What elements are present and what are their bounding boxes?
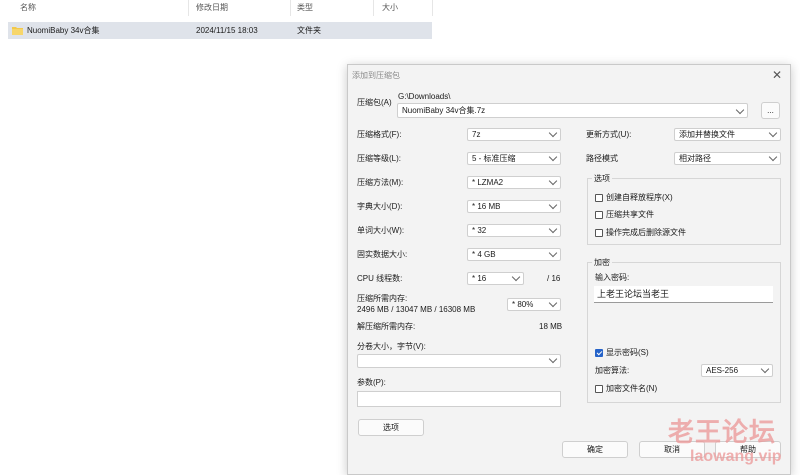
decomp-label: 解压缩所需内存:: [357, 322, 416, 331]
sfx-checkbox[interactable]: [595, 194, 603, 202]
archive-name-value: NuomiBaby 34v合集.7z: [402, 106, 486, 115]
delete-source-label: 操作完成后删除源文件: [606, 228, 686, 237]
shared-checkbox[interactable]: [595, 211, 603, 219]
column-header-type[interactable]: 类型: [297, 0, 313, 16]
shared-label: 压缩共享文件: [606, 210, 654, 219]
solid-value: * 4 GB: [472, 250, 496, 259]
solid-select[interactable]: * 4 GB: [467, 248, 561, 261]
chevron-down-icon: [548, 129, 558, 138]
mem-label: 压缩所需内存:: [357, 294, 408, 303]
split-size-combo[interactable]: [357, 354, 561, 368]
watermark-text: 老王论坛: [668, 417, 777, 447]
cpu-label: CPU 线程数:: [357, 274, 403, 283]
chevron-down-icon: [511, 273, 521, 282]
show-password-label: 显示密码(S): [606, 348, 649, 357]
encrypt-names-checkbox[interactable]: [595, 385, 603, 393]
level-select[interactable]: 5 - 标准压缩: [467, 152, 561, 165]
update-select[interactable]: 添加并替换文件: [674, 128, 781, 141]
delete-source-checkbox[interactable]: [595, 229, 603, 237]
path-mode-select[interactable]: 相对路径: [674, 152, 781, 165]
browse-button[interactable]: ...: [761, 102, 780, 119]
folder-icon: [12, 27, 23, 35]
format-select[interactable]: 7z: [467, 128, 561, 141]
chevron-down-icon: [548, 225, 558, 234]
dialog-titlebar[interactable]: 添加到压缩包 ✕: [348, 65, 790, 85]
chevron-down-icon: [548, 177, 558, 186]
encryption-group: [587, 262, 781, 403]
file-name: NuomiBaby 34v合集: [27, 26, 100, 35]
password-input[interactable]: 上老王论坛当老王: [594, 286, 773, 303]
word-value: * 32: [472, 226, 487, 235]
watermark-url: laowang.vip: [690, 448, 782, 465]
chevron-down-icon: [548, 249, 558, 258]
column-header-name[interactable]: 名称: [20, 0, 36, 16]
split-label: 分卷大小，字节(V):: [357, 342, 426, 351]
chevron-down-icon: [548, 299, 558, 308]
algo-label: 加密算法:: [595, 366, 630, 375]
chevron-down-icon: [768, 153, 778, 162]
column-separator[interactable]: [188, 0, 189, 16]
word-label: 单词大小(W):: [357, 226, 405, 235]
file-row[interactable]: NuomiBaby 34v合集 2024/11/15 18:03 文件夹: [8, 22, 432, 39]
dict-select[interactable]: * 16 MB: [467, 200, 561, 213]
algo-value: AES-256: [706, 366, 739, 375]
params-input[interactable]: [357, 391, 561, 407]
mem-select[interactable]: * 80%: [507, 298, 561, 311]
sfx-label: 创建自释放程序(X): [606, 193, 673, 202]
format-label: 压缩格式(F):: [357, 130, 402, 139]
mem-value: * 80%: [512, 300, 534, 309]
column-header-size[interactable]: 大小: [382, 0, 398, 16]
password-value: 上老王论坛当老王: [597, 289, 670, 299]
dict-label: 字典大小(D):: [357, 202, 403, 211]
decomp-value: 18 MB: [539, 322, 563, 331]
dialog-title: 添加到压缩包: [352, 71, 400, 80]
method-value: * LZMA2: [472, 178, 504, 187]
cpu-select[interactable]: * 16: [467, 272, 524, 285]
encrypt-names-label: 加密文件名(N): [606, 384, 658, 393]
dict-value: * 16 MB: [472, 202, 501, 211]
chevron-down-icon: [548, 201, 558, 210]
show-password-checkbox[interactable]: [595, 349, 603, 357]
file-date: 2024/11/15 18:03: [196, 26, 258, 35]
mem-detail: 2496 MB / 13047 MB / 16308 MB: [357, 305, 476, 314]
method-label: 压缩方法(M):: [357, 178, 404, 187]
options-group-label: 选项: [592, 174, 612, 184]
level-label: 压缩等级(L):: [357, 154, 401, 163]
level-value: 5 - 标准压缩: [472, 154, 516, 163]
path-mode-label: 路径模式: [586, 154, 618, 163]
column-header-date[interactable]: 修改日期: [196, 0, 228, 16]
column-separator[interactable]: [432, 0, 433, 16]
options-button[interactable]: 选项: [358, 419, 424, 436]
column-separator[interactable]: [373, 0, 374, 16]
archive-label: 压缩包(A): [357, 98, 392, 107]
path-mode-value: 相对路径: [679, 154, 711, 163]
cpu-value: * 16: [472, 274, 487, 283]
update-value: 添加并替换文件: [679, 130, 735, 139]
password-label: 输入密码:: [595, 273, 630, 282]
algo-select[interactable]: AES-256: [701, 364, 773, 377]
word-select[interactable]: * 32: [467, 224, 561, 237]
archive-name-combo[interactable]: NuomiBaby 34v合集.7z: [397, 103, 748, 118]
chevron-down-icon[interactable]: [735, 105, 745, 115]
params-label: 参数(P):: [357, 378, 386, 387]
solid-label: 固实数据大小:: [357, 250, 408, 259]
format-value: 7z: [472, 130, 481, 139]
chevron-down-icon: [768, 129, 778, 138]
chevron-down-icon: [760, 365, 770, 374]
encryption-group-label: 加密: [592, 258, 612, 268]
column-separator[interactable]: [290, 0, 291, 16]
update-label: 更新方式(U):: [586, 130, 632, 139]
method-select[interactable]: * LZMA2: [467, 176, 561, 189]
cpu-total: / 16: [547, 274, 561, 283]
close-icon[interactable]: ✕: [772, 68, 782, 82]
chevron-down-icon: [548, 355, 558, 364]
ok-button[interactable]: 确定: [562, 441, 628, 458]
chevron-down-icon: [548, 153, 558, 162]
archive-path: G:\Downloads\: [398, 92, 451, 101]
file-type: 文件夹: [297, 26, 321, 35]
